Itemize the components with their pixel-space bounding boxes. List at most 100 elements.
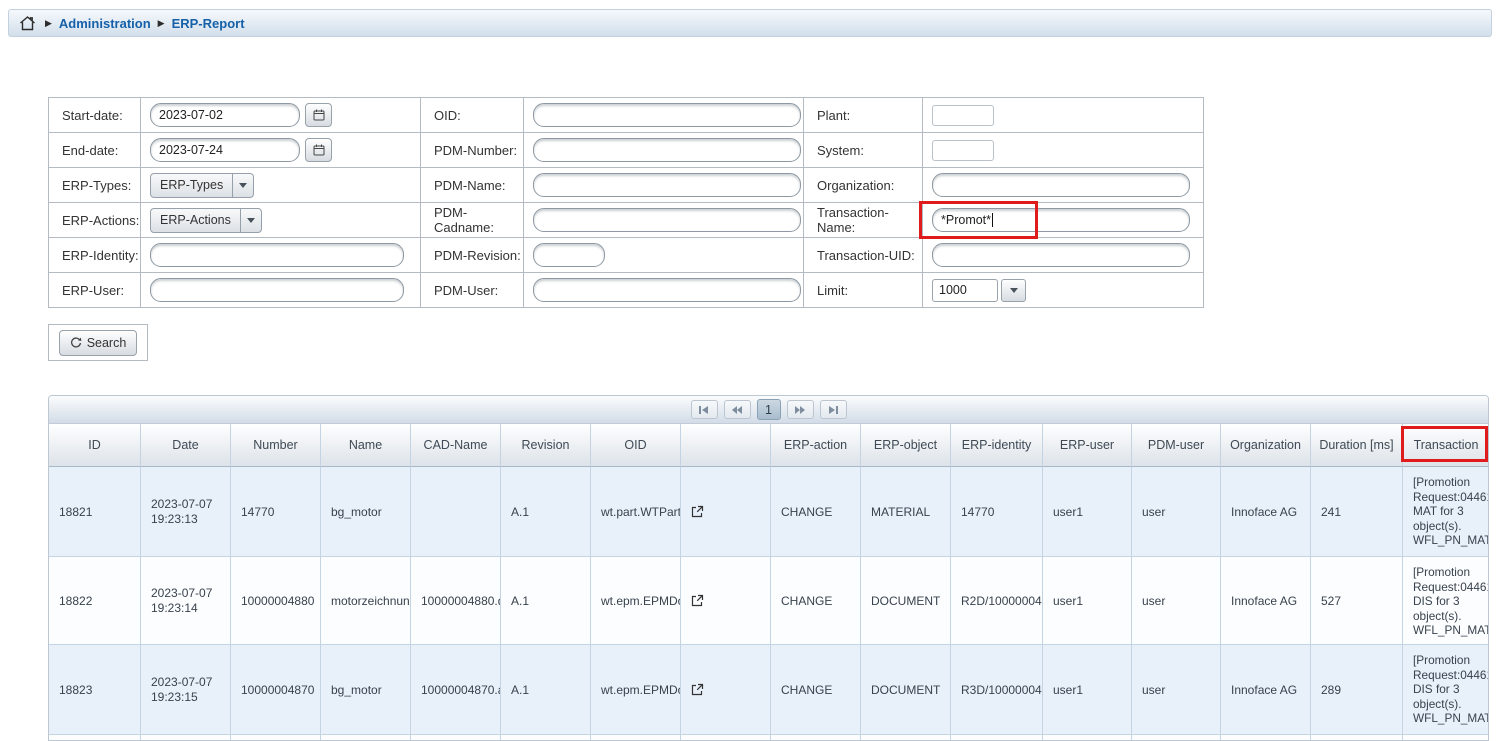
- column-header-organization: Organization: [1221, 424, 1311, 467]
- erp-types-dropdown[interactable]: ERP-Types: [150, 173, 254, 198]
- external-link-icon: [691, 683, 704, 696]
- transaction-uid-label: Transaction-UID:: [804, 238, 923, 273]
- cell-erp-user: user1: [1043, 557, 1132, 645]
- pdm-revision-input[interactable]: [533, 243, 605, 267]
- erp-user-label: ERP-User:: [49, 273, 141, 308]
- erp-actions-dropdown-label: ERP-Actions: [151, 213, 240, 227]
- erp-user-input[interactable]: [150, 278, 404, 302]
- table-row: [49, 735, 1488, 741]
- cell-name: bg_motor: [321, 467, 411, 557]
- cell-pdm-user: user: [1132, 645, 1221, 735]
- open-object-link[interactable]: [681, 557, 771, 645]
- erp-actions-dropdown[interactable]: ERP-Actions: [150, 208, 262, 233]
- pdm-user-input[interactable]: [533, 278, 801, 302]
- cell-cad-name: 10000004880.drw: [411, 557, 501, 645]
- limit-select[interactable]: 1000: [932, 279, 998, 302]
- erp-actions-label: ERP-Actions:: [49, 203, 141, 238]
- cell-name: motorzeichnung: [321, 557, 411, 645]
- cell-oid: wt.epm.EPMDocument: [591, 557, 681, 645]
- breadcrumb-erp-report[interactable]: ERP-Report: [172, 16, 245, 31]
- column-header-date: Date: [141, 424, 231, 467]
- results-table: 1 ID Date Number Name CAD-Name Revision …: [48, 395, 1489, 741]
- oid-input[interactable]: [533, 103, 801, 127]
- start-date-calendar-button[interactable]: [305, 103, 332, 127]
- cell-revision: A.1: [501, 467, 591, 557]
- cell-organization: Innoface AG: [1221, 645, 1311, 735]
- column-header-oid: OID: [591, 424, 681, 467]
- open-object-link[interactable]: [681, 467, 771, 557]
- column-header-erp-user: ERP-user: [1043, 424, 1132, 467]
- column-header-name: Name: [321, 424, 411, 467]
- column-header-duration: Duration [ms]: [1311, 424, 1403, 467]
- cell-organization: Innoface AG: [1221, 467, 1311, 557]
- column-header-cad-name: CAD-Name: [411, 424, 501, 467]
- cell-erp-user: user1: [1043, 467, 1132, 557]
- cell-revision: A.1: [501, 645, 591, 735]
- end-date-input[interactable]: [150, 138, 300, 162]
- breadcrumb: ▶ Administration ▶ ERP-Report: [8, 9, 1492, 37]
- pdm-number-input[interactable]: [533, 138, 801, 162]
- refresh-icon: [70, 337, 82, 349]
- transaction-name-label: Transaction-Name:: [804, 203, 923, 238]
- end-date-calendar-button[interactable]: [305, 138, 332, 162]
- table-row: 18821 2023-07-07 19:23:13 14770 bg_motor…: [49, 467, 1488, 557]
- breadcrumb-separator-icon: ▶: [158, 18, 165, 29]
- paginator: 1: [49, 396, 1488, 424]
- oid-label: OID:: [421, 98, 524, 133]
- cell-transaction: [Promotion Request:04461]: DIS for 3 obj…: [1403, 557, 1489, 645]
- cell-duration: 241: [1311, 467, 1403, 557]
- cell-number: 10000004870: [231, 645, 321, 735]
- cell-erp-identity: 14770: [951, 467, 1043, 557]
- cell-erp-user: user1: [1043, 645, 1132, 735]
- cell-erp-identity: R2D/10000004880: [951, 557, 1043, 645]
- pdm-name-input[interactable]: [533, 173, 801, 197]
- paginator-next-button[interactable]: [787, 400, 814, 419]
- cell-duration: 289: [1311, 645, 1403, 735]
- external-link-icon: [691, 594, 704, 607]
- table-header-row: ID Date Number Name CAD-Name Revision OI…: [49, 424, 1488, 467]
- table-row: 18823 2023-07-07 19:23:15 10000004870 bg…: [49, 645, 1488, 735]
- pdm-cadname-input[interactable]: [533, 208, 801, 232]
- pdm-cadname-label: PDM-Cadname:: [421, 203, 524, 238]
- start-date-input[interactable]: [150, 103, 300, 127]
- paginator-first-button[interactable]: [691, 400, 718, 419]
- system-input[interactable]: [932, 140, 994, 161]
- pdm-revision-label: PDM-Revision:: [421, 238, 524, 273]
- cell-date: 2023-07-07 19:23:15: [141, 645, 231, 735]
- column-header-erp-identity: ERP-identity: [951, 424, 1043, 467]
- cell-transaction: [Promotion Request:04461]: DIS for 3 obj…: [1403, 645, 1489, 735]
- limit-select-trigger[interactable]: [1001, 279, 1026, 302]
- start-date-label: Start-date:: [49, 98, 141, 133]
- column-header-number: Number: [231, 424, 321, 467]
- organization-input[interactable]: [932, 173, 1190, 197]
- column-header-id: ID: [49, 424, 141, 467]
- cell-erp-identity: R3D/10000004870: [951, 645, 1043, 735]
- paginator-last-button[interactable]: [820, 400, 847, 419]
- breadcrumb-separator-icon: ▶: [45, 18, 52, 29]
- cell-erp-action: CHANGE: [771, 467, 861, 557]
- cell-date: 2023-07-07 19:23:14: [141, 557, 231, 645]
- cell-id: 18823: [49, 645, 141, 735]
- paginator-page-1[interactable]: 1: [757, 399, 781, 420]
- breadcrumb-administration[interactable]: Administration: [59, 16, 151, 31]
- cell-erp-object: DOCUMENT: [861, 557, 951, 645]
- paginator-prev-button[interactable]: [724, 400, 751, 419]
- cell-date: 2023-07-07 19:23:13: [141, 467, 231, 557]
- chevron-down-icon: [232, 174, 253, 197]
- home-icon[interactable]: [19, 16, 36, 31]
- end-date-label: End-date:: [49, 133, 141, 168]
- cell-erp-action: CHANGE: [771, 557, 861, 645]
- erp-identity-input[interactable]: [150, 243, 404, 267]
- plant-input[interactable]: [932, 105, 994, 126]
- cell-pdm-user: user: [1132, 557, 1221, 645]
- cell-number: 10000004880: [231, 557, 321, 645]
- cell-oid: wt.epm.EPMDocument: [591, 645, 681, 735]
- column-header-erp-action: ERP-action: [771, 424, 861, 467]
- search-button[interactable]: Search: [59, 330, 138, 356]
- plant-label: Plant:: [804, 98, 923, 133]
- open-object-link[interactable]: [681, 645, 771, 735]
- transaction-uid-input[interactable]: [932, 243, 1190, 267]
- cell-duration: 527: [1311, 557, 1403, 645]
- transaction-name-input[interactable]: *Promot*: [932, 208, 1190, 232]
- column-header-link: [681, 424, 771, 467]
